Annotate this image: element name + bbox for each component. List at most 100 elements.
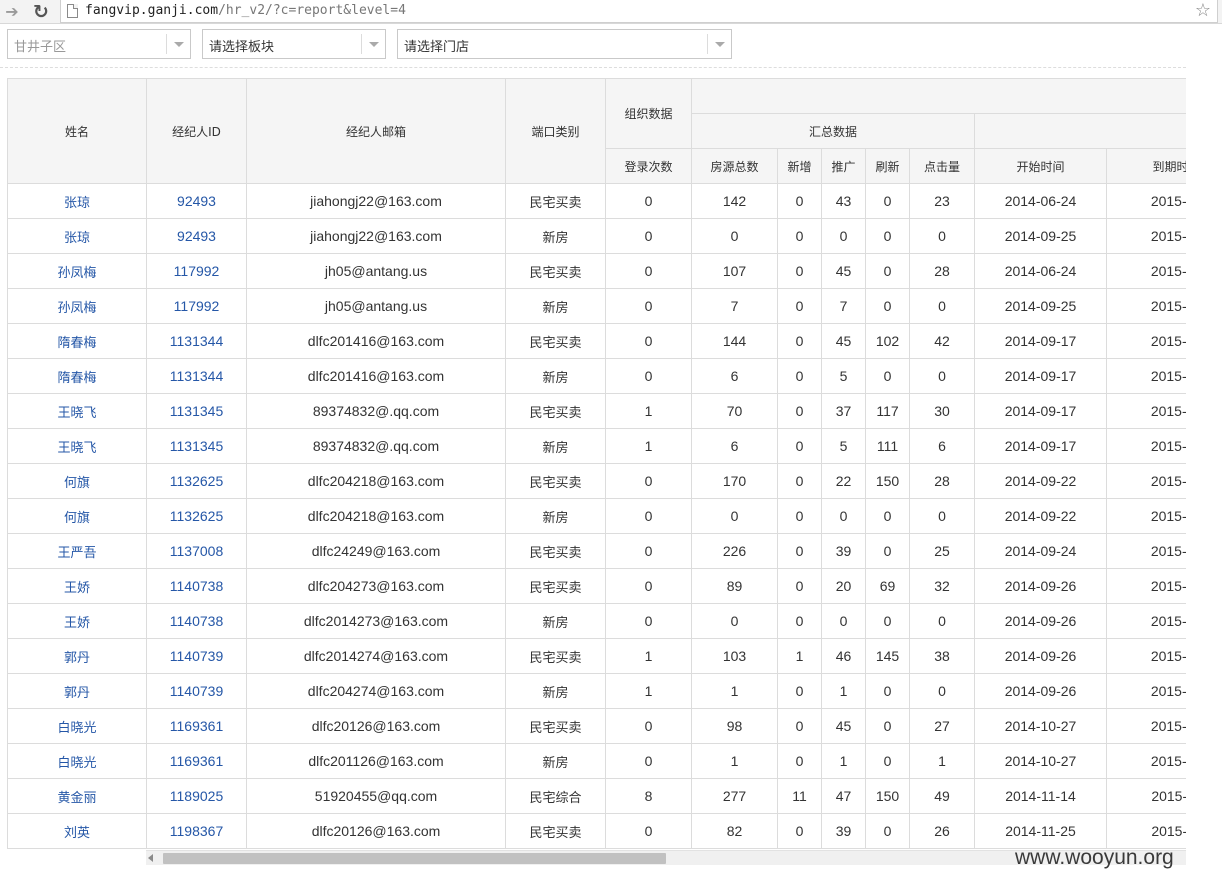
cell-agent-id[interactable]: 1131345: [146, 393, 247, 429]
scrollbar-thumb[interactable]: [163, 853, 666, 864]
cell-total-listings: 6: [691, 358, 778, 394]
cell-start-time: 2014-09-24: [974, 533, 1107, 569]
forward-arrow-icon[interactable]: ➔: [2, 2, 22, 22]
table-row: 白晓光 1169361 dlfc20126@163.com 民宅买卖 0 98 0 45 0 27…: [7, 708, 1186, 744]
cell-name[interactable]: 王严吾: [7, 533, 147, 569]
cell-name[interactable]: 郭丹: [7, 673, 147, 709]
cell-start-time: 2014-10-27: [974, 708, 1107, 744]
cell-clicks: 49: [909, 778, 975, 814]
cell-clicks: 0: [909, 288, 975, 324]
cell-new: 0: [777, 463, 822, 499]
cell-name[interactable]: 何旗: [7, 463, 147, 499]
table-row: 何旗 1132625 dlfc204218@163.com 民宅买卖 0 170 0 22 15…: [7, 463, 1186, 499]
cell-new: 11: [777, 778, 822, 814]
cell-clicks: 42: [909, 323, 975, 359]
cell-agent-id[interactable]: 1140738: [146, 568, 247, 604]
header-org-data: 组织数据: [605, 78, 692, 149]
cell-name[interactable]: 何旗: [7, 498, 147, 534]
block-select[interactable]: 请选择板块: [202, 29, 386, 59]
cell-name[interactable]: 白晓光: [7, 743, 147, 779]
cell-name[interactable]: 张琼: [7, 218, 147, 254]
cell-agent-id[interactable]: 117992: [146, 253, 247, 289]
cell-agent-id[interactable]: 1140738: [146, 603, 247, 639]
cell-email: jh05@antang.us: [246, 288, 506, 324]
cell-email: dlfc204218@163.com: [246, 498, 506, 534]
cell-name[interactable]: 郭丹: [7, 638, 147, 674]
cell-agent-id[interactable]: 1189025: [146, 778, 247, 814]
cell-logins: 0: [605, 708, 692, 744]
cell-clicks: 1: [909, 743, 975, 779]
cell-logins: 0: [605, 183, 692, 219]
header-group-top: [690, 78, 1186, 114]
bookmark-star-icon[interactable]: ☆: [1195, 0, 1211, 22]
cell-name[interactable]: 隋春梅: [7, 358, 147, 394]
cell-email: dlfc201416@163.com: [246, 323, 506, 359]
cell-new: 0: [777, 708, 822, 744]
url-text[interactable]: fangvip.ganji.com/hr_v2/?c=report&level=…: [85, 3, 406, 18]
table-row: 王晓飞 1131345 89374832@.qq.com 新房 1 6 0 5 111 6 2014…: [7, 428, 1186, 464]
cell-new: 0: [777, 533, 822, 569]
cell-email: jh05@antang.us: [246, 253, 506, 289]
cell-agent-id[interactable]: 1132625: [146, 463, 247, 499]
cell-name[interactable]: 孙凤梅: [7, 288, 147, 324]
table-row: 白晓光 1169361 dlfc201126@163.com 新房 0 1 0 1 0 1 2014…: [7, 743, 1186, 779]
cell-name[interactable]: 张琼: [7, 183, 147, 219]
cell-expire-time: 2015-09: [1105, 358, 1186, 394]
cell-agent-id[interactable]: 1131344: [146, 358, 247, 394]
cell-name[interactable]: 刘英: [7, 813, 147, 849]
cell-name[interactable]: 孙凤梅: [7, 253, 147, 289]
cell-total-listings: 70: [691, 393, 778, 429]
reload-icon[interactable]: ↻: [30, 1, 52, 23]
table-row: 黄金丽 1189025 51920455@qq.com 民宅综合 8 277 11 47 150…: [7, 778, 1186, 814]
cell-agent-id[interactable]: 92493: [146, 218, 247, 254]
block-select-toggle[interactable]: [361, 34, 385, 54]
cell-new: 0: [777, 183, 822, 219]
cell-agent-id[interactable]: 1131344: [146, 323, 247, 359]
cell-name[interactable]: 王娇: [7, 568, 147, 604]
cell-agent-id[interactable]: 1198367: [146, 813, 247, 849]
cell-port-type: 民宅买卖: [505, 393, 606, 429]
cell-expire-time: 2015-09: [1105, 463, 1186, 499]
cell-name[interactable]: 王晓飞: [7, 428, 147, 464]
cell-new: 0: [777, 603, 822, 639]
cell-agent-id[interactable]: 117992: [146, 288, 247, 324]
district-select-toggle[interactable]: [166, 34, 190, 54]
cell-agent-id[interactable]: 1169361: [146, 743, 247, 779]
cell-agent-id[interactable]: 1140739: [146, 638, 247, 674]
header-port-type: 端口类别: [505, 78, 606, 184]
cell-total-listings: 170: [691, 463, 778, 499]
cell-agent-id[interactable]: 1131345: [146, 428, 247, 464]
cell-expire-time: 2015-09: [1105, 638, 1186, 674]
cell-name[interactable]: 王晓飞: [7, 393, 147, 429]
cell-name[interactable]: 白晓光: [7, 708, 147, 744]
cell-refresh: 0: [865, 288, 910, 324]
table-row: 刘英 1198367 dlfc20126@163.com 民宅买卖 0 82 0 39 0 26 2…: [7, 813, 1186, 849]
cell-name[interactable]: 隋春梅: [7, 323, 147, 359]
cell-new: 0: [777, 673, 822, 709]
cell-name[interactable]: 王娇: [7, 603, 147, 639]
cell-agent-id[interactable]: 1132625: [146, 498, 247, 534]
cell-agent-id[interactable]: 1140739: [146, 673, 247, 709]
cell-logins: 0: [605, 533, 692, 569]
cell-agent-id[interactable]: 92493: [146, 183, 247, 219]
cell-promote: 39: [821, 533, 866, 569]
cell-agent-id[interactable]: 1137008: [146, 533, 247, 569]
address-bar[interactable]: fangvip.ganji.com/hr_v2/?c=report&level=…: [60, 0, 1218, 23]
cell-expire-time: 2015-11: [1105, 813, 1186, 849]
cell-new: 0: [777, 743, 822, 779]
cell-refresh: 117: [865, 393, 910, 429]
cell-refresh: 0: [865, 603, 910, 639]
cell-refresh: 102: [865, 323, 910, 359]
district-select[interactable]: 甘井子区: [7, 29, 191, 59]
cell-name[interactable]: 黄金丽: [7, 778, 147, 814]
cell-agent-id[interactable]: 1169361: [146, 708, 247, 744]
cell-logins: 0: [605, 323, 692, 359]
store-select[interactable]: 请选择门店: [397, 29, 732, 59]
scroll-left-arrow-icon[interactable]: [148, 854, 153, 862]
cell-start-time: 2014-09-17: [974, 393, 1107, 429]
cell-clicks: 23: [909, 183, 975, 219]
cell-clicks: 30: [909, 393, 975, 429]
cell-refresh: 0: [865, 673, 910, 709]
store-select-toggle[interactable]: [707, 34, 731, 54]
header-total-listings: 房源总数: [691, 148, 778, 184]
